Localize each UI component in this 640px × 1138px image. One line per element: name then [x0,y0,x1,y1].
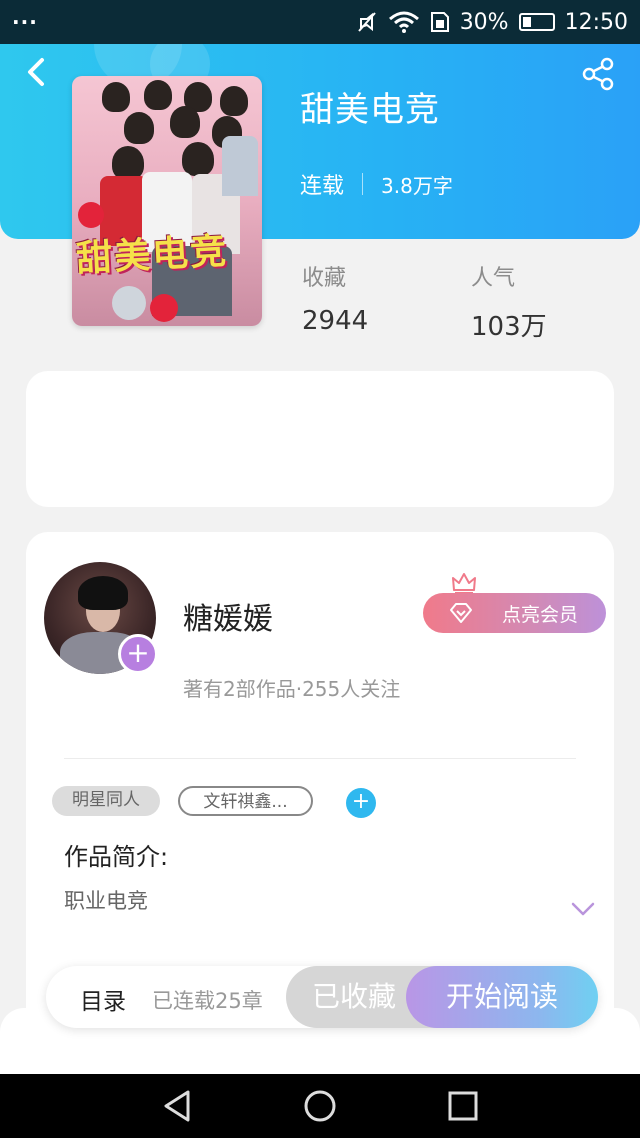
intro-title: 作品简介: [64,843,169,871]
intro-text: 职业电竞 [64,889,148,913]
vip-label: 点亮会员 [501,603,578,626]
start-reading-button[interactable]: 开始阅读 [406,966,598,1028]
tag-item[interactable]: 文轩祺鑫... [178,786,313,816]
clock: 12:50 [564,9,628,35]
crown-icon [452,573,476,594]
nav-recents-icon[interactable] [442,1088,482,1124]
sim-icon [430,12,449,32]
catalog-button[interactable]: 目录 [80,982,126,1016]
stat-label: 人气 [471,266,516,291]
stat-popularity: 人气 103万 [471,260,547,343]
system-nav-bar [0,1074,640,1138]
divider [362,173,364,195]
author-name[interactable]: 糖媛媛 [183,594,273,638]
author-meta: 著有2部作品·255人关注 [183,677,401,701]
chevron-down-icon[interactable] [570,900,596,918]
nav-back-icon[interactable] [158,1088,198,1124]
vip-button[interactable]: 点亮会员 [423,593,606,633]
book-status-row: 连载 3.8万字 [300,168,453,200]
book-cover[interactable]: 甜美电竞 [72,76,262,326]
action-bar: 目录 已连载25章 已收藏 开始阅读 [46,966,598,1028]
back-arrow-icon[interactable] [22,54,54,90]
share-icon[interactable] [580,56,616,92]
stat-favorites: 收藏 2944 [302,260,368,336]
add-tag-button[interactable]: + [346,788,376,818]
stat-value: 103万 [471,312,547,342]
empty-card [26,371,614,507]
battery-percent: 30% [459,9,509,35]
word-count: 3.8万字 [381,173,453,198]
status-bar: ··· 30% 12:50 [0,0,640,44]
notification-dots: ··· [12,10,38,34]
stat-label: 收藏 [302,266,347,291]
diamond-icon [450,603,472,623]
nav-home-icon[interactable] [300,1088,340,1124]
book-title: 甜美电竞 [300,90,440,130]
serial-status: 连载 [300,174,345,199]
stat-value: 2944 [302,306,369,336]
follow-author-button[interactable]: + [118,634,158,674]
battery-icon [518,13,555,31]
mute-icon [357,12,376,32]
wifi-icon [388,11,419,33]
chapter-count: 已连载25章 [152,989,263,1013]
divider [64,758,576,759]
tag-item[interactable]: 明星同人 [52,786,160,816]
cover-title-art: 甜美电竞 [75,230,230,280]
